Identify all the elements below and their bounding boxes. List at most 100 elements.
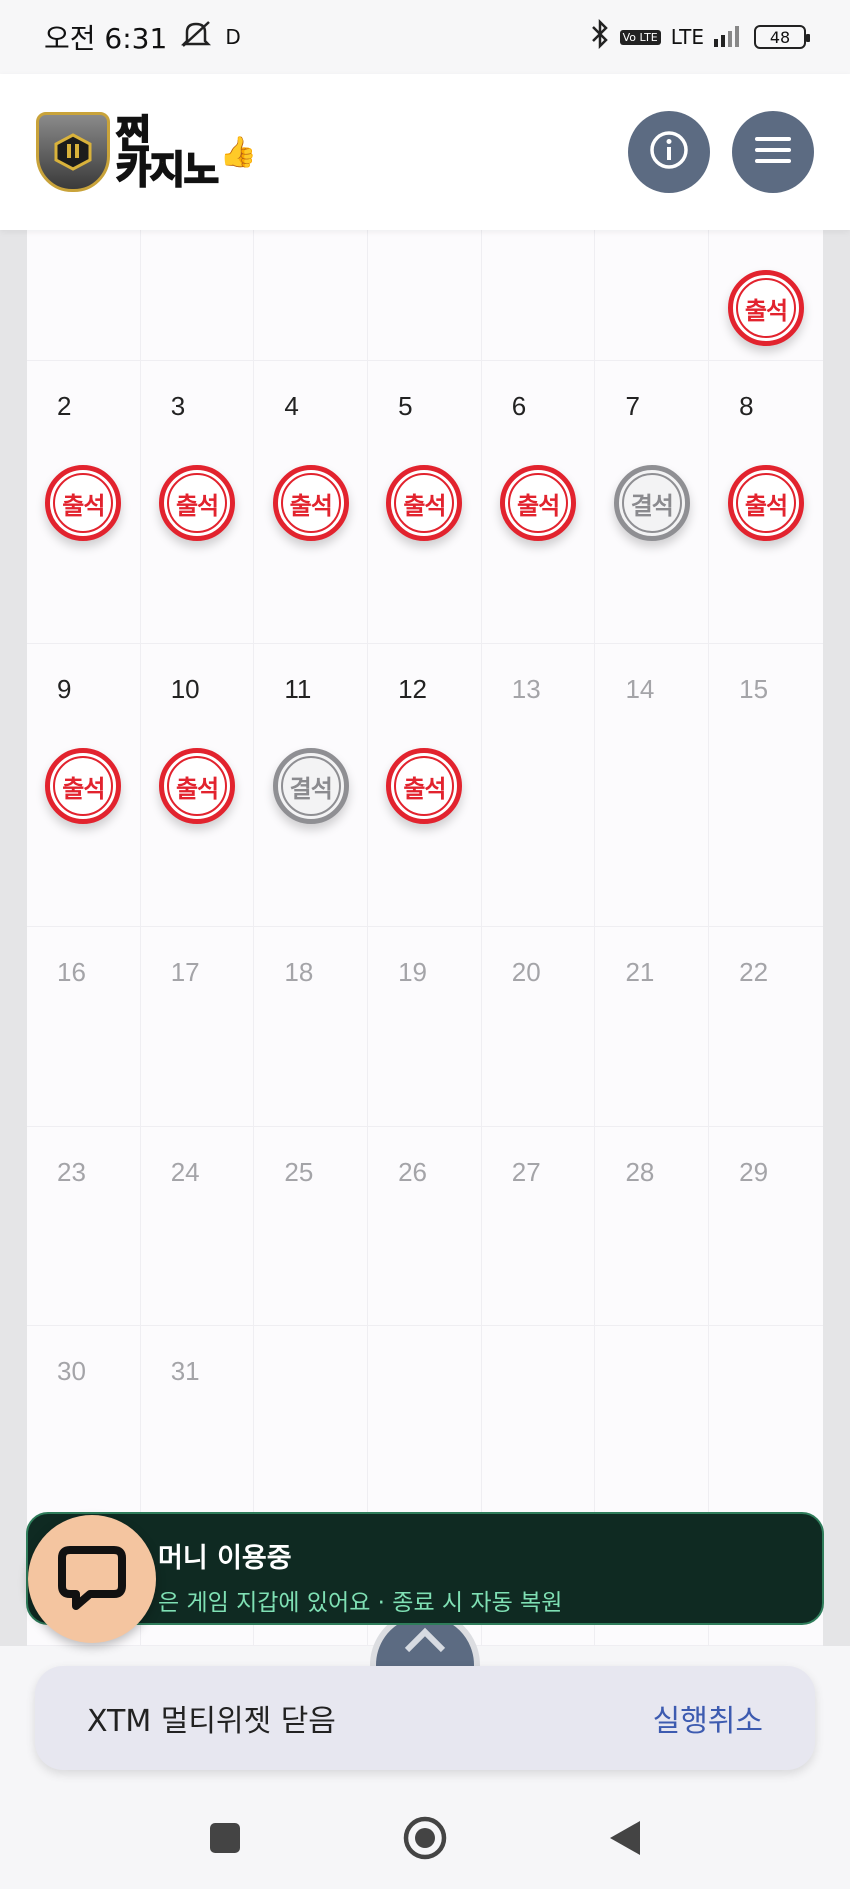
calendar-day-cell[interactable] <box>140 230 255 361</box>
calendar-day-cell[interactable]: 7 결석 <box>595 361 710 644</box>
day-number: 3 <box>170 391 186 421</box>
calendar-day-cell[interactable]: 14 <box>595 644 710 927</box>
info-button[interactable] <box>628 111 710 193</box>
recents-icon[interactable] <box>208 1821 242 1859</box>
site-logo[interactable]: 찐 카지노 👍 <box>36 112 257 192</box>
calendar-day-cell[interactable]: 22 <box>709 927 823 1127</box>
calendar-day-cell[interactable]: 27 <box>481 1127 596 1326</box>
calendar-day-cell[interactable]: 23 <box>27 1127 141 1326</box>
attendance-stamp: 출석 <box>272 465 349 541</box>
system-nav-bar <box>0 1790 850 1889</box>
calendar-day-cell[interactable]: 25 <box>254 1127 369 1326</box>
day-number: 7 <box>625 391 640 421</box>
calendar-day-cell[interactable]: 28 <box>595 1127 710 1326</box>
calendar-day-cell[interactable] <box>27 230 141 361</box>
calendar-day-cell[interactable]: 9 출석 <box>27 644 141 927</box>
calendar-week-row: 2 출석 3 출석 4 출석 5 출석 6 출석 7 결석 8 출석 <box>27 361 823 644</box>
calendar-day-cell[interactable]: 15 <box>709 644 823 927</box>
day-number: 2 <box>57 391 72 421</box>
attendance-stamp: 출석 <box>500 465 577 541</box>
attendance-stamp: 출석 <box>159 465 236 541</box>
calendar-edge-right <box>823 230 850 1646</box>
undo-button[interactable]: 실행취소 <box>653 1696 763 1740</box>
bluetooth-icon <box>590 18 610 56</box>
status-indicator: D <box>225 25 241 49</box>
logo-badge <box>36 112 110 192</box>
attendance-stamp: 출석 <box>727 270 804 346</box>
day-number: 11 <box>284 674 312 704</box>
calendar-day-cell[interactable] <box>368 230 482 361</box>
calendar-day-cell[interactable]: 21 <box>595 927 710 1127</box>
day-number: 22 <box>739 957 769 987</box>
calendar-day-cell[interactable]: 12 출석 <box>368 644 482 927</box>
calendar-day-cell[interactable]: 10 출석 <box>140 644 255 927</box>
day-number: 4 <box>284 391 299 421</box>
calendar-day-cell[interactable] <box>595 230 710 361</box>
day-number: 27 <box>511 1157 541 1187</box>
status-bar: 오전 6:31 D Vo LTE LTE 48 <box>0 0 850 74</box>
day-number: 19 <box>398 957 427 987</box>
calendar-day-cell[interactable]: 20 <box>481 927 596 1127</box>
day-number: 21 <box>625 957 655 987</box>
absent-stamp: 결석 <box>613 465 690 541</box>
day-number: 20 <box>511 957 541 987</box>
attendance-stamp: 출석 <box>386 465 463 541</box>
thumbs-up-icon: 👍 <box>219 134 258 170</box>
day-number: 24 <box>170 1157 200 1187</box>
calendar-day-cell[interactable]: 13 <box>481 644 596 927</box>
day-number: 30 <box>57 1356 86 1386</box>
calendar-day-cell[interactable]: 19 <box>368 927 482 1127</box>
battery-icon: 48 <box>754 25 810 49</box>
day-number: 16 <box>57 957 86 987</box>
calendar-day-cell[interactable] <box>481 230 596 361</box>
back-icon[interactable] <box>608 1819 642 1861</box>
calendar-day-cell[interactable] <box>254 230 369 361</box>
day-number: 26 <box>398 1157 427 1187</box>
calendar-week-row: 23 24 25 26 27 28 29 <box>27 1127 823 1326</box>
calendar-day-cell[interactable]: 3 출석 <box>140 361 255 644</box>
calendar-day-cell[interactable]: 26 <box>368 1127 482 1326</box>
calendar-week-row: 16 17 18 19 20 21 22 <box>27 927 823 1127</box>
network-type: LTE <box>670 25 704 49</box>
day-number: 10 <box>170 674 200 704</box>
toast-message: XTM 멀티위젯 닫음 <box>87 1704 336 1739</box>
day-number: 31 <box>170 1356 200 1386</box>
calendar-day-cell[interactable]: 5 출석 <box>368 361 482 644</box>
home-icon[interactable] <box>402 1815 448 1865</box>
calendar-day-cell[interactable]: 16 <box>27 927 141 1127</box>
attendance-stamp: 출석 <box>386 748 463 824</box>
calendar-week-row: 9 출석 10 출석 11 결석 12 출석 13 14 15 <box>27 644 823 927</box>
calendar-day-cell[interactable]: 29 <box>709 1127 823 1326</box>
day-number: 23 <box>57 1157 86 1187</box>
calendar-day-cell[interactable]: 24 <box>140 1127 255 1326</box>
calendar-day-cell[interactable]: 17 <box>140 927 255 1127</box>
day-number: 29 <box>739 1157 769 1187</box>
attendance-stamp: 출석 <box>727 465 804 541</box>
calendar-edge-left <box>0 230 27 1646</box>
absent-stamp: 결석 <box>272 748 349 824</box>
calendar-day-cell[interactable]: 6 출석 <box>481 361 596 644</box>
calendar-day-cell[interactable]: 출석 <box>709 230 823 361</box>
money-banner-title: 머니 이용중 <box>158 1543 292 1574</box>
calendar-day-cell[interactable]: 2 출석 <box>27 361 141 644</box>
chat-bubble-icon <box>56 1544 128 1614</box>
app-header: 찐 카지노 👍 <box>0 74 850 230</box>
calendar-day-cell[interactable]: 8 출석 <box>709 361 823 644</box>
calendar-week-row: 출석 <box>27 230 823 361</box>
mute-icon <box>179 19 213 56</box>
chat-button[interactable] <box>28 1515 156 1643</box>
snackbar-toast: XTM 멀티위젯 닫음 실행취소 <box>35 1666 815 1770</box>
day-number: 25 <box>284 1157 314 1187</box>
calendar-day-cell[interactable]: 18 <box>254 927 369 1127</box>
calendar-day-cell[interactable]: 11 결석 <box>254 644 369 927</box>
signal-icon <box>714 21 744 54</box>
calendar-day-cell[interactable]: 4 출석 <box>254 361 369 644</box>
menu-button[interactable] <box>732 111 814 193</box>
attendance-stamp: 출석 <box>159 748 236 824</box>
day-number: 12 <box>398 674 427 704</box>
day-number: 15 <box>739 674 769 704</box>
attendance-stamp: 출석 <box>45 748 122 824</box>
status-time: 오전 6:31 <box>44 22 168 55</box>
logo-text-line1: 찐 <box>115 112 152 156</box>
day-number: 18 <box>284 957 314 987</box>
